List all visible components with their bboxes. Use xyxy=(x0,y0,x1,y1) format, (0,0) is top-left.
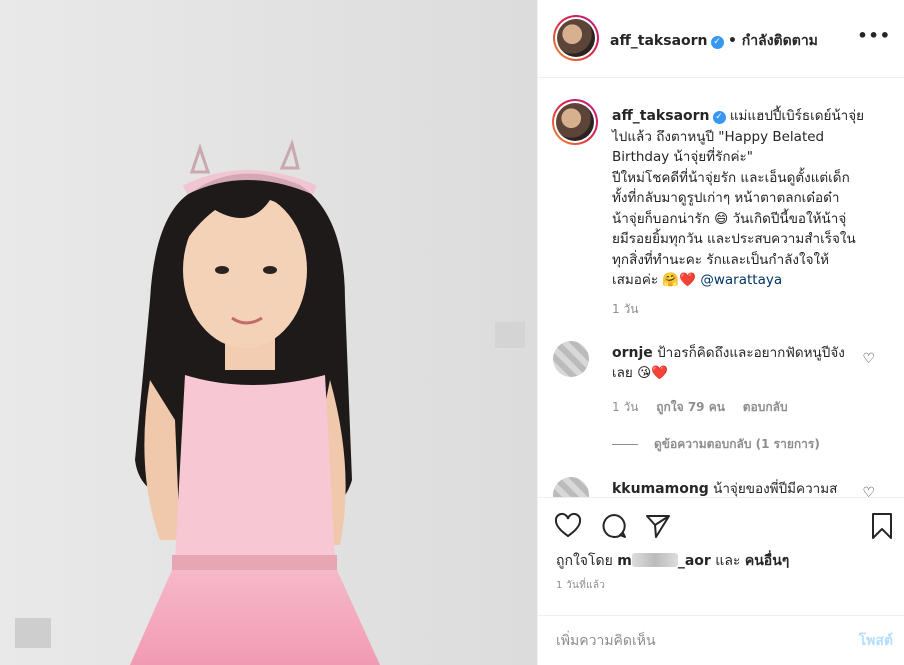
caption-line: ไปแล้ว ถึงตาหนูปี "Happy Belated xyxy=(612,128,825,145)
photo-illustration xyxy=(0,0,537,665)
liked-by-user-end[interactable]: _aor xyxy=(678,553,711,569)
following-status[interactable]: • กำลังติดตาม xyxy=(728,33,818,49)
post-age[interactable]: 1 วัน xyxy=(612,300,638,319)
comment-username[interactable]: kkumamong xyxy=(612,481,709,497)
post-comment-button[interactable]: โพสต์ xyxy=(859,630,893,652)
save-bookmark-icon[interactable] xyxy=(868,512,896,540)
more-options-icon[interactable]: ••• xyxy=(857,26,891,45)
post-header: aff_taksaorn ✓ • กำลังติดตาม ••• xyxy=(538,0,904,78)
caption-line: ทั้งที่กลับมาดูรูปเก่าๆ หน้าตาตลกเด๋อด๋า xyxy=(612,190,840,206)
commenter-avatar[interactable] xyxy=(553,477,589,497)
like-heart-icon[interactable] xyxy=(554,512,582,540)
mention-link[interactable]: @warattaya xyxy=(700,272,782,288)
post-timestamp[interactable]: 1 วันที่แล้ว xyxy=(556,578,605,593)
liked-by: ถูกใจโดย m _aor และ คนอื่นๆ xyxy=(556,550,789,572)
verified-badge-icon: ✓ xyxy=(710,36,724,49)
caption-line: แม่แฮปปี้เบิร์ธเดย์น้าจุ่ย xyxy=(729,108,865,124)
post-side-panel: aff_taksaorn ✓ • กำลังติดตาม ••• aff_taks… xyxy=(537,0,904,665)
post-actions: ถูกใจโดย m _aor และ คนอื่นๆ 1 วันที่แล้ว xyxy=(538,497,904,615)
comment-username[interactable]: ornje xyxy=(612,345,653,361)
comment-age[interactable]: 1 วัน xyxy=(612,400,638,414)
caption-username[interactable]: aff_taksaorn xyxy=(612,108,710,124)
comments-scroll-area[interactable]: aff_taksaorn ✓ แม่แฮปปี้เบิร์ธเดย์น้าจุ่ย… xyxy=(538,79,904,497)
comment-like-heart-icon[interactable]: ♡ xyxy=(862,351,875,367)
comment-bubble-icon[interactable] xyxy=(600,512,628,540)
replies-divider xyxy=(612,444,638,445)
liked-by-others[interactable]: คนอื่นๆ xyxy=(745,553,789,569)
comment: ornje ป้าอรก็คิดถึงและอยากฟัดหนูปีจังเลย… xyxy=(612,343,852,383)
caption-line: น้าจุ่ยก็บอกน่ารัก 😄 วันเกิดปีนี้ขอให้น้… xyxy=(612,210,847,227)
commenter-avatar[interactable] xyxy=(553,341,589,377)
caption-line: ปีใหม่โชคดีที่น้าจุ่ยรัก และเอ็นดูตั้งแต… xyxy=(612,169,850,186)
add-comment-bar: เพิ่มความคิดเห็น โพสต์ xyxy=(538,615,904,665)
liked-by-user-start[interactable]: m xyxy=(617,553,632,569)
comment-reply-button[interactable]: ตอบกลับ xyxy=(743,400,788,414)
header-line: aff_taksaorn ✓ • กำลังติดตาม xyxy=(610,30,818,52)
post-photo[interactable] xyxy=(0,0,537,665)
post-caption: aff_taksaorn ✓ แม่แฮปปี้เบิร์ธเดย์น้าจุ่ย… xyxy=(612,106,884,291)
view-replies-button[interactable]: ดูข้อความตอบกลับ (1 รายการ) xyxy=(612,435,820,454)
liked-by-joiner: และ xyxy=(715,553,741,569)
author-username[interactable]: aff_taksaorn xyxy=(610,33,708,49)
caption-verified-badge-icon: ✓ xyxy=(712,111,726,124)
caption-line: Birthday น้าจุ่ยที่รักค่ะ" xyxy=(612,149,753,165)
comment-meta: 1 วัน ถูกใจ 79 คน ตอบกลับ xyxy=(612,398,802,417)
share-send-icon[interactable] xyxy=(644,512,672,540)
caption-author-avatar[interactable] xyxy=(552,99,598,145)
view-replies-label: ดูข้อความตอบกลับ (1 รายการ) xyxy=(654,437,820,451)
comment-likes[interactable]: ถูกใจ 79 คน xyxy=(656,400,725,414)
caption-line: ทุกสิ่งที่ทำนะคะ รักและเป็นกำลังใจให้ xyxy=(612,251,830,268)
caption-line: เสมอค่ะ 🤗❤️ xyxy=(612,272,697,288)
author-avatar[interactable] xyxy=(553,15,599,61)
comment-input[interactable]: เพิ่มความคิดเห็น xyxy=(556,630,656,652)
comment: kkumamong น้าจุ่ยของพี่ปีมีความส xyxy=(612,479,852,497)
caption-line: ยมีรอยยิ้มทุกวัน และประสบความสำเร็จใน xyxy=(612,231,856,247)
comment-text: น้าจุ่ยของพี่ปีมีความส xyxy=(713,481,838,497)
blurred-name xyxy=(631,553,678,567)
comment-like-heart-icon[interactable]: ♡ xyxy=(862,485,875,497)
liked-by-prefix: ถูกใจโดย xyxy=(556,553,613,569)
